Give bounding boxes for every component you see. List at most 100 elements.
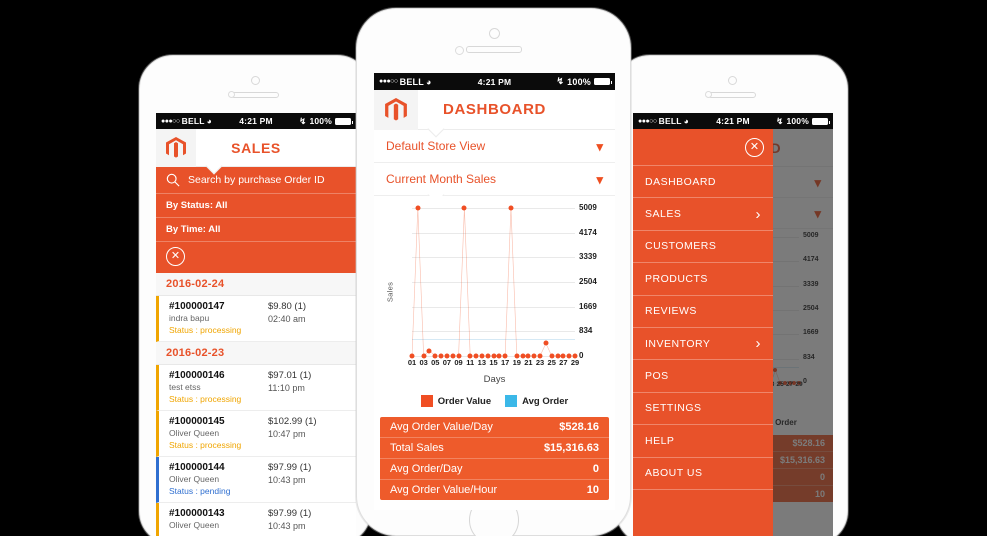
menu-item-settings[interactable]: SETTINGS xyxy=(633,393,773,426)
wifi-icon: ◕ xyxy=(683,116,689,126)
chart-ytick-label: 3339 xyxy=(579,252,597,262)
chart-xtick-label: 13 xyxy=(477,358,487,367)
order-amount-block: $97.99 (1) 10:43 pm xyxy=(268,462,346,496)
signal-dots-icon: ●●●○○ xyxy=(379,78,398,85)
chart-ytick-label: 0 xyxy=(579,351,584,360)
stat-row: Avg Order Value/Hour 10 xyxy=(380,480,609,500)
filter-close-bar: ✕ xyxy=(156,242,356,273)
center-chart-plot: 0 834 1669 2504 3339 4174 5009 xyxy=(409,203,597,360)
store-view-select[interactable]: Default Store View ▾ xyxy=(374,130,615,163)
menu-item-customers[interactable]: CUSTOMERS xyxy=(633,231,773,264)
chart-xtick-label: 05 xyxy=(431,358,440,367)
status-left: ●●●○○ BELL ◕ xyxy=(638,116,716,126)
store-view-label: Default Store View xyxy=(386,139,486,153)
chart-ytick-labels: 0 834 1669 2504 3339 4174 5009 xyxy=(576,202,608,362)
menu-item-help[interactable]: HELP xyxy=(633,425,773,458)
order-row[interactable]: #100000143 Oliver Queen $97.99 (1) 10:43 pm xyxy=(156,503,356,536)
left-phone-sensor xyxy=(228,91,235,98)
magento-logo-icon[interactable] xyxy=(156,128,196,167)
menu-item-label: INVENTORY xyxy=(645,337,711,350)
right-phone-sensor xyxy=(705,91,712,98)
carrier-label: BELL xyxy=(658,116,682,126)
menu-items: DASHBOARD SALES › CUSTOMERS PRODUCTS REVIEWS I… xyxy=(633,166,773,490)
center-stats-table: Avg Order Value/Day $528.16 Total Sales $15… xyxy=(380,417,609,500)
status-right: ↯ 100% xyxy=(273,115,353,127)
magento-logo-icon[interactable] xyxy=(374,89,418,130)
center-phone-speaker xyxy=(465,46,522,53)
chart-data-point xyxy=(543,340,549,346)
battery-percent: 100% xyxy=(786,116,809,126)
order-price: $97.01 (1) xyxy=(268,370,312,381)
order-info: #100000146 test etss Status : processing xyxy=(169,370,268,404)
order-amount-block: $9.80 (1) 02:40 am xyxy=(268,301,346,335)
stat-label: Avg Order/Day xyxy=(390,463,463,475)
close-circle-icon[interactable]: ✕ xyxy=(745,137,764,157)
battery-icon xyxy=(594,78,612,85)
menu-item-label: ABOUT US xyxy=(645,467,703,480)
close-circle-icon[interactable]: ✕ xyxy=(166,247,185,266)
carrier-label: BELL xyxy=(399,76,424,87)
chevron-right-icon: › xyxy=(755,205,761,223)
chart-xtick-label: 15 xyxy=(489,358,498,367)
chart-xtick-label: 01 xyxy=(407,358,417,367)
search-input[interactable]: Search by purchase Order ID xyxy=(156,167,356,194)
order-customer: Oliver Queen xyxy=(169,474,220,484)
filter-by-status-value: All xyxy=(215,200,228,211)
menu-item-pos[interactable]: POS xyxy=(633,360,773,393)
order-status: Status : pending xyxy=(169,486,231,496)
status-left: ●●●○○ BELL ◕ xyxy=(379,77,478,87)
right-status-bar: ●●●○○ BELL ◕ 4:21 PM ↯ 100% xyxy=(633,113,833,129)
order-row[interactable]: #100000146 test etss Status : processing $9… xyxy=(156,365,356,411)
center-chart-area: Sales 0 834 1669 2504 3339 4174 5009 01 03 05 07 0… xyxy=(374,196,615,387)
order-customer: test etss xyxy=(169,382,201,392)
left-phone-screen: ●●●○○ BELL ◕ 4:21 PM ↯ 100% SALES Search… xyxy=(156,113,356,536)
center-phone-device: ●●●○○ BELL ◕ 4:21 PM ↯ 100% DASHBOARD De… xyxy=(356,8,631,536)
signal-dots-icon: ●●●○○ xyxy=(161,117,180,125)
center-phone-sensor xyxy=(455,46,464,55)
search-icon xyxy=(166,173,180,187)
menu-item-about-us[interactable]: ABOUT US xyxy=(633,458,773,490)
period-select[interactable]: Current Month Sales ▾ xyxy=(374,163,615,204)
menu-item-sales[interactable]: SALES › xyxy=(633,198,773,231)
chart-xtick-label: 29 xyxy=(570,358,580,367)
order-row[interactable]: #100000145 Oliver Queen Status : processin… xyxy=(156,411,356,457)
filter-by-status[interactable]: By Status: All xyxy=(156,194,356,218)
chart-xtick-label: 19 xyxy=(512,358,521,367)
order-price: $9.80 (1) xyxy=(268,301,307,312)
menu-item-reviews[interactable]: REVIEWS xyxy=(633,296,773,328)
order-status: Status : processing xyxy=(169,440,242,450)
filter-by-time[interactable]: By Time: All xyxy=(156,218,356,242)
order-row[interactable]: #100000147 indra bapu Status : processing $… xyxy=(156,296,356,342)
filter-by-time-value: All xyxy=(208,224,221,235)
chart-xtick-label: 21 xyxy=(524,358,533,367)
menu-item-inventory[interactable]: INVENTORY › xyxy=(633,328,773,361)
right-phone-device: ●●●○○ BELL ◕ 4:21 PM ↯ 100% ✕ DASHBOARD … xyxy=(616,55,848,536)
right-phone-screen: ●●●○○ BELL ◕ 4:21 PM ↯ 100% ✕ DASHBOARD … xyxy=(633,113,833,536)
status-right: ↯ 100% xyxy=(750,116,830,127)
legend-item: Order Value xyxy=(420,395,492,407)
search-placeholder: Search by purchase Order ID xyxy=(188,174,325,186)
order-amount-block: $97.99 (1) 10:43 pm xyxy=(268,508,346,531)
center-app-bar: DASHBOARD xyxy=(374,89,615,138)
order-list[interactable]: 2016-02-24 #100000147 indra bapu Status : p… xyxy=(156,273,356,536)
menu-item-products[interactable]: PRODUCTS xyxy=(633,263,773,296)
order-row[interactable]: #100000144 Oliver Queen Status : pending $9… xyxy=(156,457,356,503)
left-phone-device: ●●●○○ BELL ◕ 4:21 PM ↯ 100% SALES Search… xyxy=(139,55,371,536)
order-time: 02:40 am xyxy=(268,314,306,324)
battery-icon xyxy=(335,117,353,125)
chart-xtick-label: 17 xyxy=(500,358,510,367)
order-customer: indra bapu xyxy=(169,313,210,323)
status-clock: 4:21 PM xyxy=(239,116,273,126)
chart-ytick-label: 1669 xyxy=(579,301,597,311)
menu-item-dashboard[interactable]: DASHBOARD xyxy=(633,166,773,199)
legend-item: Avg Order xyxy=(505,395,568,407)
order-id: #100000144 xyxy=(169,462,225,473)
legend-label: Order Value xyxy=(437,395,492,407)
menu-item-label: REVIEWS xyxy=(645,305,697,318)
bluetooth-icon: ↯ xyxy=(299,115,307,126)
menu-item-label: POS xyxy=(645,370,669,383)
chevron-down-icon: ▾ xyxy=(596,138,603,154)
battery-icon xyxy=(812,117,830,125)
menu-item-label: PRODUCTS xyxy=(645,272,708,285)
stat-row: Avg Order Value/Day $528.16 xyxy=(380,417,609,438)
